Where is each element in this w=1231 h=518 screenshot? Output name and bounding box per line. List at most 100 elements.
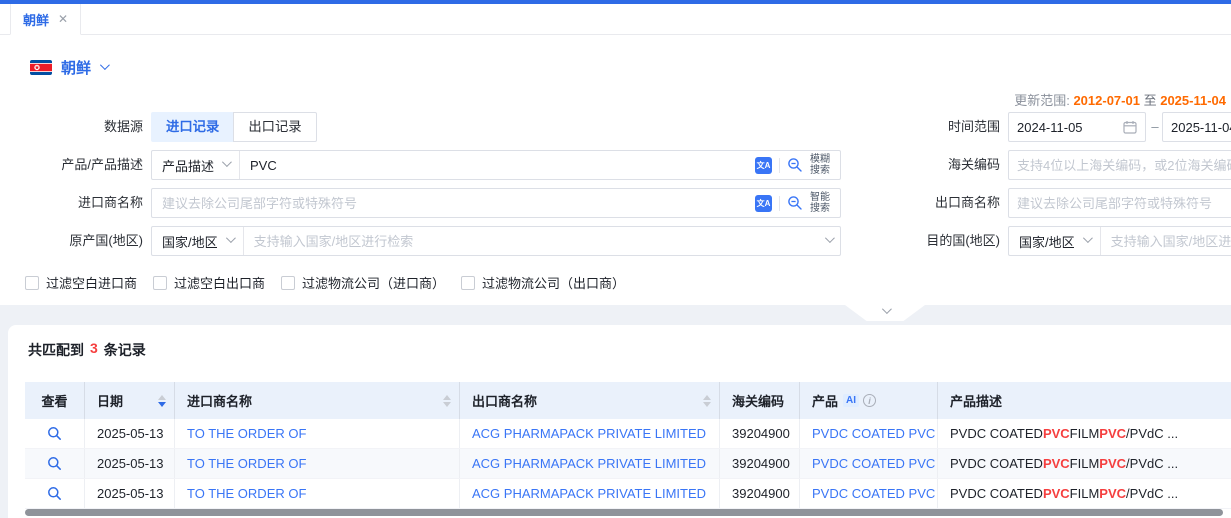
checkbox-label: 过滤空白出口商 [174, 273, 265, 292]
header-exporter-label: 出口商名称 [472, 391, 537, 410]
update-range-to: 2025-11-04 [1160, 93, 1226, 108]
fuzzy-search-mode-label[interactable]: 模糊搜索 [810, 154, 832, 176]
data-source-toggle: 进口记录 出口记录 [151, 112, 317, 142]
header-exporter[interactable]: 出口商名称 [460, 382, 720, 419]
checkbox-icon[interactable] [281, 276, 295, 290]
header-date[interactable]: 日期 [85, 382, 175, 419]
tab-north-korea[interactable]: 朝鲜 ✕ [10, 4, 81, 35]
close-icon[interactable]: ✕ [58, 12, 68, 26]
data-source-label: 数据源 [0, 112, 143, 142]
header-hs-code: 海关编码 [720, 382, 800, 419]
table-row: 2025-05-13 TO THE ORDER OF ACG PHARMAPAC… [25, 419, 1231, 449]
exporter-link[interactable]: ACG PHARMAPACK PRIVATE LIMITED [472, 486, 706, 501]
export-records-button[interactable]: 出口记录 [233, 112, 316, 142]
checkbox-icon[interactable] [461, 276, 475, 290]
country-selector[interactable]: 朝鲜 [30, 57, 107, 78]
product-link[interactable]: PVDC COATED PVC FIL... [812, 426, 938, 441]
origin-select-value: 国家/地区 [162, 232, 218, 251]
header-product-label: 产品 [812, 391, 838, 410]
checkbox-icon[interactable] [153, 276, 167, 290]
product-label: 产品/产品描述 [0, 150, 143, 180]
checkbox-label: 过滤物流公司（出口商） [482, 273, 625, 292]
calendar-icon[interactable] [1123, 120, 1137, 134]
view-record-icon[interactable] [47, 456, 62, 471]
smart-search-mode-label[interactable]: 智能搜索 [810, 192, 832, 214]
importer-link[interactable]: TO THE ORDER OF [187, 456, 306, 471]
destination-country-select[interactable]: 国家/地区 [1009, 227, 1101, 255]
date-from-input[interactable] [1017, 120, 1117, 135]
cell-description: PVDC COATED PVC FILM PVC/PVdC ... [938, 449, 1231, 478]
exporter-input[interactable] [1017, 196, 1231, 211]
destination-country-group: 国家/地区 [1008, 226, 1231, 256]
product-type-select[interactable]: 产品描述 [152, 151, 240, 179]
cell-hs-code: 39204900 [720, 479, 800, 508]
origin-country-select[interactable]: 国家/地区 [152, 227, 244, 255]
sort-icon[interactable] [443, 395, 451, 407]
product-link[interactable]: PVDC COATED PVC FIL... [812, 456, 938, 471]
tab-title: 朝鲜 [23, 10, 49, 29]
translate-icon[interactable]: 文A [755, 157, 772, 174]
cell-date: 2025-05-13 [85, 419, 175, 448]
importer-link[interactable]: TO THE ORDER OF [187, 486, 306, 501]
tab-bar: 朝鲜 ✕ [0, 4, 1231, 35]
product-type-value: 产品描述 [162, 156, 214, 175]
cell-hs-code: 39204900 [720, 449, 800, 478]
app-window: 朝鲜 ✕ 朝鲜 更新范围: 2012-07-01 至 2025-11-04 数据… [0, 0, 1231, 518]
import-records-button[interactable]: 进口记录 [151, 112, 233, 142]
chevron-down-icon [100, 60, 110, 70]
ai-badge: AI [843, 394, 859, 407]
results-table: 查看 日期 进口商名称 出口商名称 海关编码 产品 AI i [25, 382, 1231, 509]
table-row: 2025-05-13 TO THE ORDER OF ACG PHARMAPAC… [25, 479, 1231, 509]
destination-country-label: 目的国(地区) [830, 226, 1000, 256]
info-icon[interactable]: i [863, 394, 876, 407]
chevron-down-icon [226, 233, 236, 243]
filter-logistics-exporter-checkbox[interactable]: 过滤物流公司（出口商） [461, 273, 625, 292]
checkbox-icon[interactable] [25, 276, 39, 290]
chevron-down-icon [1083, 233, 1093, 243]
update-range-label: 更新范围: [1014, 93, 1070, 108]
date-range-separator: – [1149, 112, 1161, 142]
product-field-group: 产品描述 文A 模糊搜索 [151, 150, 841, 180]
header-importer[interactable]: 进口商名称 [175, 382, 460, 419]
checkbox-label: 过滤物流公司（进口商） [302, 273, 445, 292]
origin-country-input[interactable] [244, 234, 825, 249]
destination-country-input[interactable] [1101, 234, 1231, 249]
update-range-from: 2012-07-01 [1073, 93, 1140, 108]
header-view: 查看 [25, 382, 85, 419]
filter-logistics-importer-checkbox[interactable]: 过滤物流公司（进口商） [281, 273, 445, 292]
exporter-link[interactable]: ACG PHARMAPACK PRIVATE LIMITED [472, 456, 706, 471]
header-date-label: 日期 [97, 391, 123, 410]
hs-code-input[interactable] [1017, 158, 1231, 173]
view-record-icon[interactable] [47, 486, 62, 501]
importer-link[interactable]: TO THE ORDER OF [187, 426, 306, 441]
exporter-label: 出口商名称 [830, 188, 1000, 218]
chevron-down-icon [881, 304, 891, 314]
sort-icon[interactable] [703, 395, 711, 407]
exporter-link[interactable]: ACG PHARMAPACK PRIVATE LIMITED [472, 426, 706, 441]
filter-blank-exporter-checkbox[interactable]: 过滤空白出口商 [153, 273, 265, 292]
date-to-input[interactable] [1171, 120, 1231, 135]
hs-code-field [1008, 150, 1231, 180]
sort-icon[interactable] [158, 395, 166, 407]
cell-description: PVDC COATED PVC FILM PVC/PVdC ... [938, 419, 1231, 448]
translate-icon[interactable]: 文A [755, 195, 772, 212]
view-record-icon[interactable] [47, 426, 62, 441]
header-description: 产品描述 [938, 382, 1231, 419]
date-from-field [1008, 112, 1146, 142]
origin-country-group: 国家/地区 [151, 226, 841, 256]
cell-date: 2025-05-13 [85, 479, 175, 508]
product-link[interactable]: PVDC COATED PVC FIL... [812, 486, 938, 501]
cell-description: PVDC COATED PVC FILM PVC/PVdC ... [938, 479, 1231, 508]
horizontal-scrollbar[interactable] [25, 509, 1223, 516]
importer-label: 进口商名称 [0, 188, 143, 218]
filter-blank-importer-checkbox[interactable]: 过滤空白进口商 [25, 273, 137, 292]
cell-date: 2025-05-13 [85, 449, 175, 478]
results-panel: 共匹配到 3 条记录 查看 日期 进口商名称 出口商名称 海关编码 [8, 325, 1231, 518]
importer-input[interactable] [152, 196, 755, 211]
product-input[interactable] [240, 158, 755, 173]
country-name: 朝鲜 [61, 57, 91, 78]
date-to-field [1162, 112, 1231, 142]
fuzzy-search-icon[interactable] [787, 157, 803, 173]
table-row: 2025-05-13 TO THE ORDER OF ACG PHARMAPAC… [25, 449, 1231, 479]
smart-search-icon[interactable] [787, 195, 803, 211]
